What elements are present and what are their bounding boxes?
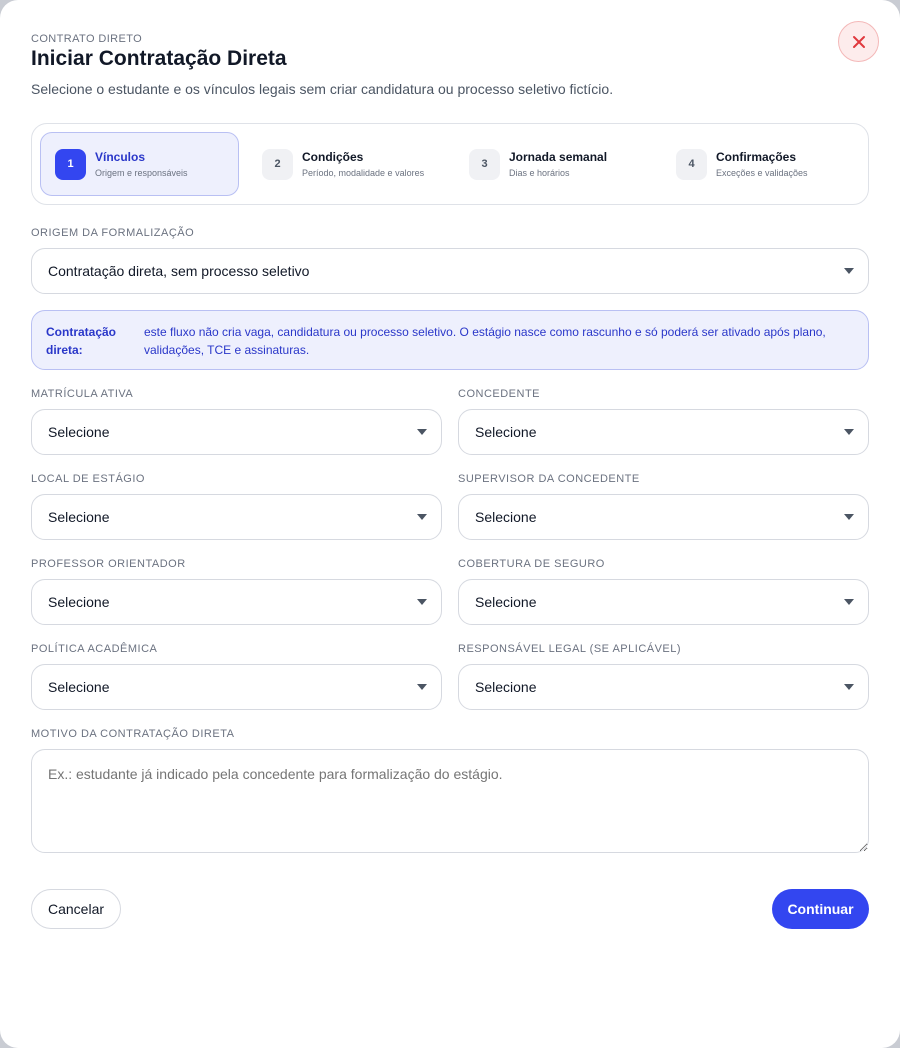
seguro-label: COBERTURA DE SEGURO: [458, 558, 605, 570]
politica-label: POLÍTICA ACADÊMICA: [31, 643, 158, 655]
matricula-select[interactable]: Selecione: [31, 409, 442, 455]
step-title: Condições: [302, 150, 364, 164]
close-icon: [852, 35, 865, 48]
professor-label: PROFESSOR ORIENTADOR: [31, 558, 186, 570]
chevron-down-icon: [844, 268, 854, 274]
local-label: LOCAL DE ESTÁGIO: [31, 473, 145, 485]
responsavel-value: Selecione: [475, 679, 537, 695]
origin-select[interactable]: Contratação direta, sem processo seletiv…: [31, 248, 869, 294]
chevron-down-icon: [417, 599, 427, 605]
concedente-label: CONCEDENTE: [458, 388, 541, 400]
step-title: Vínculos: [95, 150, 146, 164]
notice-text: este fluxo não cria vaga, candidatura ou…: [144, 325, 826, 357]
step-number: 3: [469, 148, 500, 180]
modal-eyebrow: CONTRATO DIRETO: [31, 33, 143, 45]
notice-label: Contratação direta:: [46, 325, 117, 357]
local-select[interactable]: Selecione: [31, 494, 442, 540]
step-title: Confirmações: [716, 150, 797, 164]
chevron-down-icon: [844, 514, 854, 520]
motivo-label: MOTIVO DA CONTRATAÇÃO DIRETA: [31, 728, 235, 740]
responsavel-label: RESPONSÁVEL LEGAL (SE APLICÁVEL): [458, 643, 682, 655]
local-value: Selecione: [48, 509, 110, 525]
chevron-down-icon: [417, 684, 427, 690]
modal-title: Iniciar Contratação Direta: [31, 47, 287, 70]
step-vinculos[interactable]: 1 Vínculos Origem e responsáveis: [40, 132, 239, 196]
chevron-down-icon: [844, 684, 854, 690]
step-title: Jornada semanal: [509, 150, 608, 164]
step-condicoes[interactable]: 2 Condições Período, modalidade e valore…: [248, 132, 447, 196]
origin-label: ORIGEM DA FORMALIZAÇÃO: [31, 227, 195, 239]
motivo-textarea[interactable]: [31, 749, 869, 853]
step-number: 2: [262, 148, 293, 180]
supervisor-select[interactable]: Selecione: [458, 494, 869, 540]
chevron-down-icon: [417, 429, 427, 435]
concedente-select[interactable]: Selecione: [458, 409, 869, 455]
chevron-down-icon: [844, 599, 854, 605]
modal-subtitle: Selecione o estudante e os vínculos lega…: [31, 81, 614, 97]
professor-select[interactable]: Selecione: [31, 579, 442, 625]
matricula-value: Selecione: [48, 424, 110, 440]
seguro-select[interactable]: Selecione: [458, 579, 869, 625]
continue-button[interactable]: Continuar: [772, 889, 869, 929]
professor-value: Selecione: [48, 594, 110, 610]
step-number: 1: [55, 148, 86, 180]
cancel-button[interactable]: Cancelar: [31, 889, 121, 929]
step-desc: Período, modalidade e valores: [302, 168, 425, 178]
direct-hire-notice: Contratação direta: este fluxo não cria …: [31, 310, 869, 370]
step-confirmacoes[interactable]: 4 Confirmações Exceções e validações: [662, 132, 861, 196]
origin-select-value: Contratação direta, sem processo seletiv…: [48, 263, 310, 279]
concedente-value: Selecione: [475, 424, 537, 440]
direct-hire-modal: CONTRATO DIRETO Iniciar Contratação Dire…: [0, 0, 900, 1048]
seguro-value: Selecione: [475, 594, 537, 610]
step-desc: Exceções e validações: [716, 168, 808, 178]
supervisor-label: SUPERVISOR DA CONCEDENTE: [458, 473, 640, 485]
step-jornada[interactable]: 3 Jornada semanal Dias e horários: [455, 132, 654, 196]
step-desc: Origem e responsáveis: [95, 168, 188, 178]
stepper: 1 Vínculos Origem e responsáveis 2 Condi…: [31, 123, 869, 205]
matricula-label: MATRÍCULA ATIVA: [31, 388, 134, 400]
supervisor-value: Selecione: [475, 509, 537, 525]
chevron-down-icon: [417, 514, 427, 520]
responsavel-select[interactable]: Selecione: [458, 664, 869, 710]
chevron-down-icon: [844, 429, 854, 435]
close-button[interactable]: [838, 21, 879, 62]
step-desc: Dias e horários: [509, 168, 570, 178]
step-number: 4: [676, 148, 707, 180]
politica-select[interactable]: Selecione: [31, 664, 442, 710]
politica-value: Selecione: [48, 679, 110, 695]
